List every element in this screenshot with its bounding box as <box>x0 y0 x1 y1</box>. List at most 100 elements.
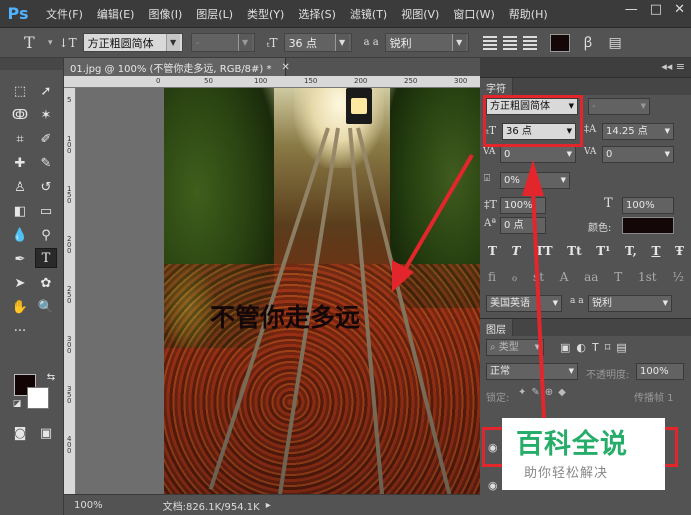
stylistic-alternates-button[interactable]: st <box>533 270 544 284</box>
blur-tool-icon[interactable]: 💧 <box>9 226 31 246</box>
panel-text-color-swatch[interactable] <box>622 217 674 234</box>
text-layer-content[interactable]: 不管你走多远 <box>210 298 360 334</box>
kerning-field[interactable]: 0 ▼ <box>500 146 576 163</box>
history-brush-icon[interactable]: ↺ <box>35 178 57 198</box>
path-selection-icon[interactable]: ➤ <box>9 274 31 294</box>
faux-italic-button[interactable]: T <box>512 244 521 258</box>
menu-view[interactable]: 视图(V) <box>401 6 439 22</box>
titling-alternates-button[interactable]: aa <box>584 270 598 284</box>
align-right-icon[interactable] <box>522 35 537 50</box>
toolbar-grip[interactable] <box>0 58 63 70</box>
baseline-shift-field[interactable]: 0 点 <box>500 217 546 234</box>
zoom-tool-icon[interactable]: 🔍 <box>35 298 57 318</box>
menu-edit[interactable]: 编辑(E) <box>97 6 135 22</box>
lock-icons[interactable]: ✦✎⊕◆ <box>518 387 571 398</box>
close-tab-icon[interactable]: ✕ <box>282 62 290 73</box>
visibility-eye-icon[interactable]: ◉ <box>488 479 498 492</box>
small-caps-button[interactable]: Tt <box>567 244 581 258</box>
eyedropper-icon[interactable]: ✐ <box>35 130 57 150</box>
all-caps-button[interactable]: TT <box>535 244 552 258</box>
brush-tool-icon[interactable]: ✎ <box>35 154 57 174</box>
contextual-alternates-button[interactable]: T <box>614 270 622 284</box>
clone-stamp-icon[interactable]: ♙ <box>9 178 31 198</box>
close-icon[interactable]: ✕ <box>674 2 685 17</box>
align-center-icon[interactable] <box>502 35 517 50</box>
type-tool-icon[interactable]: T <box>35 248 57 268</box>
layer-filter-icons[interactable]: ▣◐T⌑▤ <box>560 341 633 354</box>
type-tool-icon[interactable]: T <box>24 33 46 52</box>
menu-window[interactable]: 窗口(W) <box>453 6 494 22</box>
quick-mask-icon[interactable]: ◙ <box>9 424 31 444</box>
menu-filter[interactable]: 滤镜(T) <box>350 6 387 22</box>
lasso-tool-icon[interactable]: ↂ <box>9 106 31 126</box>
window-controls: — □ ✕ <box>625 2 685 17</box>
superscript-button[interactable]: T¹ <box>596 244 610 258</box>
panel-dock-header: ◂◂ ≡ <box>480 58 691 78</box>
blend-mode-select[interactable]: 正常 ▼ <box>486 363 578 380</box>
document-canvas-area[interactable]: 不管你走多远 <box>76 88 480 494</box>
toggle-orientation-icon[interactable]: ↓T <box>59 36 77 50</box>
visibility-eye-icon[interactable]: ◉ <box>488 441 498 454</box>
text-color-swatch[interactable] <box>549 33 570 52</box>
underline-button[interactable]: T <box>651 244 660 258</box>
minimize-icon[interactable]: — <box>625 2 638 17</box>
vertical-scale-field[interactable]: 100% <box>500 197 546 214</box>
tab-layers[interactable]: 图层 <box>480 319 513 336</box>
opacity-field[interactable]: 100% <box>636 363 684 380</box>
magic-wand-icon[interactable]: ✶ <box>35 106 57 126</box>
menu-file[interactable]: 文件(F) <box>46 6 83 22</box>
chevron-down-icon: ▼ <box>664 150 670 158</box>
screen-mode-icon[interactable]: ▣ <box>35 424 57 444</box>
menu-select[interactable]: 选择(S) <box>298 6 336 22</box>
background-color-swatch[interactable] <box>27 387 49 409</box>
antialias-select[interactable]: 锐利 ▼ <box>384 33 469 52</box>
ligature-button[interactable]: fi <box>488 270 496 284</box>
fractions-button[interactable]: ½ <box>672 270 684 284</box>
move-tool-icon[interactable]: ➚ <box>35 82 57 102</box>
swash-button[interactable]: A <box>560 270 569 284</box>
warp-text-icon[interactable]: ꞵ <box>584 33 593 52</box>
language-select[interactable]: 美国英语 ▼ <box>486 295 562 312</box>
layer-filter-select[interactable]: ⌕ 类型 ▼ <box>486 339 544 356</box>
menu-image[interactable]: 图像(I) <box>148 6 182 22</box>
maximize-icon[interactable]: □ <box>650 2 662 17</box>
marquee-tool-icon[interactable]: ⬚ <box>9 82 31 102</box>
discretionary-ligature-button[interactable]: ℴ <box>512 270 518 284</box>
eraser-icon[interactable]: ◧ <box>9 202 31 222</box>
font-style-select[interactable]: - ▼ <box>190 33 255 52</box>
document-tab[interactable]: 01.jpg @ 100% (不管你走多远, RGB/8#) * ✕ <box>64 58 290 76</box>
leading-field[interactable]: 14.25 点 ▼ <box>602 123 674 140</box>
pen-tool-icon[interactable]: ✒ <box>9 250 31 270</box>
menu-help[interactable]: 帮助(H) <box>509 6 548 22</box>
custom-shape-icon[interactable]: ✿ <box>35 274 57 294</box>
strikethrough-button[interactable]: Ŧ <box>675 244 684 258</box>
chevron-down-icon[interactable]: ▾ <box>48 38 53 48</box>
menu-type[interactable]: 类型(Y) <box>247 6 284 22</box>
zoom-level[interactable]: 100% <box>74 500 103 511</box>
font-family-select[interactable]: 方正粗圆简体 ▼ <box>82 33 183 52</box>
hand-tool-icon[interactable]: ✋ <box>9 298 31 318</box>
gradient-icon[interactable]: ▭ <box>35 202 57 222</box>
more-tools-icon[interactable]: ··· <box>9 322 31 342</box>
tracking-field[interactable]: 0 ▼ <box>602 146 674 163</box>
ordinals-button[interactable]: 1st <box>638 270 657 284</box>
faux-bold-button[interactable]: T <box>488 244 497 258</box>
character-panel-toggle-icon[interactable]: ▤ <box>609 35 622 51</box>
dodge-tool-icon[interactable]: ⚲ <box>35 226 57 246</box>
swap-colors-icon[interactable]: ⇆ <box>40 368 62 388</box>
panel-antialias-select[interactable]: 锐利 ▼ <box>588 295 672 312</box>
crop-tool-icon[interactable]: ⌗ <box>9 130 31 150</box>
subscript-button[interactable]: T, <box>625 244 637 258</box>
default-colors-icon[interactable]: ◪ <box>6 394 28 414</box>
horizontal-scale-field[interactable]: 100% <box>622 197 674 214</box>
panel-font-style-select[interactable]: - ▼ <box>588 98 650 115</box>
tsume-field[interactable]: 0% ▼ <box>500 172 570 189</box>
tab-character[interactable]: 字符 <box>480 78 513 95</box>
align-left-icon[interactable] <box>482 35 497 50</box>
status-menu-icon[interactable]: ▸ <box>266 500 271 511</box>
railway-photo[interactable]: 不管你走多远 <box>164 88 480 494</box>
healing-brush-icon[interactable]: ✚ <box>9 154 31 174</box>
font-size-select[interactable]: 36 点 ▼ <box>283 33 352 52</box>
menu-layer[interactable]: 图层(L) <box>196 6 233 22</box>
collapse-panels-icon[interactable]: ◂◂ ≡ <box>661 60 685 73</box>
